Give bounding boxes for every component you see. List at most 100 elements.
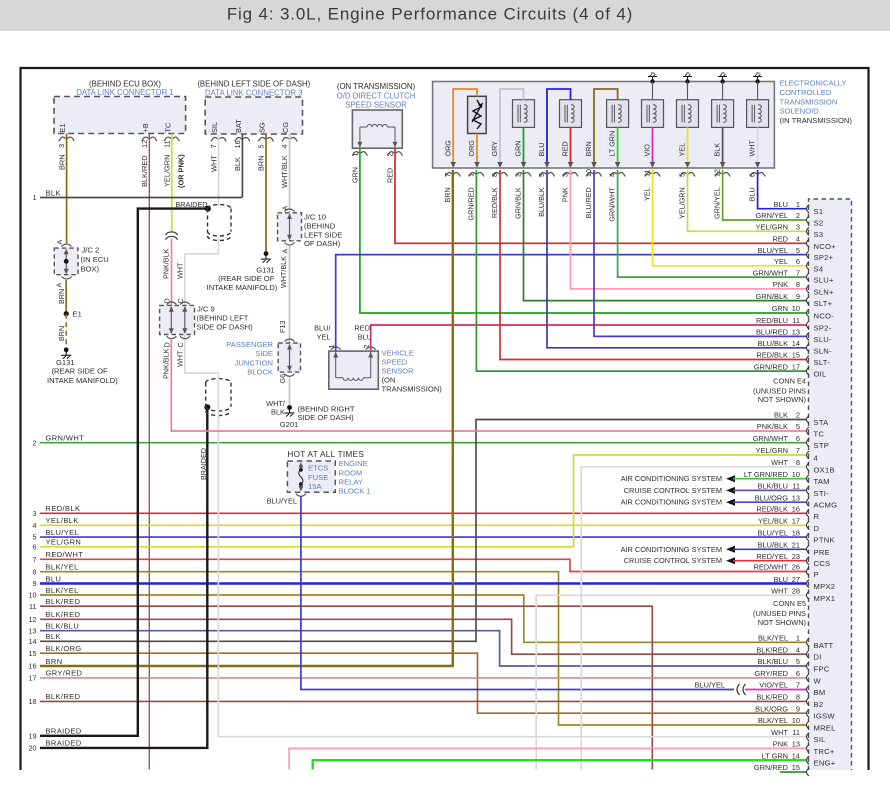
svg-text:DATA LINK CONNECTOR 3: DATA LINK CONNECTOR 3 [205, 89, 302, 98]
svg-text:BAT: BAT [234, 119, 243, 133]
svg-text:BLU: BLU [748, 187, 757, 201]
svg-text:12: 12 [29, 615, 37, 624]
svg-text:SENSOR: SENSOR [382, 366, 415, 375]
svg-text:19: 19 [29, 731, 37, 740]
svg-text:INTAKE MANIFOLD): INTAKE MANIFOLD) [207, 283, 278, 292]
svg-text:TRC+: TRC+ [814, 747, 835, 756]
svg-text:(BEHIND LEFT SIDE OF DASH): (BEHIND LEFT SIDE OF DASH) [197, 80, 310, 89]
svg-text:+B: +B [141, 123, 150, 132]
svg-text:TRANSMISSION: TRANSMISSION [780, 97, 838, 106]
svg-text:NOT SHOWN): NOT SHOWN) [758, 395, 806, 404]
svg-text:(BEHIND LEFT: (BEHIND LEFT [197, 314, 249, 323]
svg-text:(UNUSED PINS: (UNUSED PINS [753, 609, 806, 618]
svg-text:SIDE OF DASH): SIDE OF DASH) [298, 413, 355, 422]
svg-text:BLK/YEL: BLK/YEL [758, 716, 788, 725]
svg-text:GRN/BLK: GRN/BLK [514, 187, 523, 219]
svg-text:BRAIDED: BRAIDED [199, 448, 208, 480]
svg-text:RED/BLU: RED/BLU [756, 316, 788, 325]
svg-text:FPC: FPC [814, 665, 830, 674]
svg-text:YEL: YEL [774, 257, 788, 266]
svg-text:PNK: PNK [773, 740, 788, 749]
svg-text:(IN TRANSMISSION): (IN TRANSMISSION) [780, 116, 853, 125]
svg-text:GRY: GRY [490, 141, 499, 157]
svg-text:BLU/ORG: BLU/ORG [755, 493, 789, 502]
svg-text:GRN/WHT: GRN/WHT [753, 268, 789, 277]
svg-text:SP2+: SP2+ [814, 253, 834, 262]
svg-text:W: W [814, 676, 822, 685]
svg-text:11: 11 [643, 170, 652, 177]
svg-text:BLK: BLK [233, 157, 242, 171]
svg-text:1: 1 [796, 200, 800, 209]
svg-text:(BEHIND ECU BOX): (BEHIND ECU BOX) [89, 80, 161, 89]
svg-text:RED/WHT: RED/WHT [754, 563, 789, 572]
svg-text:4: 4 [33, 521, 37, 530]
svg-text:14: 14 [29, 637, 37, 646]
svg-text:OF DASH): OF DASH) [304, 239, 341, 248]
svg-text:BLU/YEL: BLU/YEL [758, 246, 788, 255]
svg-text:BRN: BRN [257, 155, 266, 171]
svg-text:LT GRN: LT GRN [608, 131, 617, 157]
svg-text:8: 8 [796, 693, 800, 702]
svg-text:RED/YEL: RED/YEL [756, 552, 788, 561]
svg-text:SIDE OF DASH): SIDE OF DASH) [197, 322, 254, 331]
svg-text:GRN: GRN [772, 304, 788, 313]
svg-text:SG: SG [258, 122, 267, 133]
svg-text:NCO+: NCO+ [814, 242, 837, 251]
svg-text:SIDE: SIDE [255, 349, 273, 358]
svg-text:RELAY: RELAY [339, 478, 363, 487]
svg-text:CONN E4: CONN E4 [773, 377, 806, 386]
svg-text:YEL/BLK: YEL/BLK [758, 517, 788, 526]
svg-text:13: 13 [792, 740, 800, 749]
svg-text:18: 18 [29, 697, 37, 706]
svg-text:A: A [281, 249, 290, 254]
svg-text:AIR CONDITIONING SYSTEM: AIR CONDITIONING SYSTEM [621, 545, 722, 554]
svg-text:11: 11 [792, 482, 800, 491]
svg-text:(ON: (ON [382, 375, 396, 384]
svg-text:6: 6 [796, 434, 800, 443]
svg-text:8: 8 [490, 173, 499, 177]
svg-text:BRN: BRN [58, 154, 67, 170]
svg-text:BLK: BLK [713, 143, 722, 157]
svg-text:PNK: PNK [561, 187, 570, 202]
svg-text:BLU/YEL: BLU/YEL [46, 528, 80, 537]
svg-text:ORG: ORG [443, 140, 452, 157]
svg-text:BLK: BLK [774, 411, 788, 420]
svg-text:3: 3 [33, 509, 37, 518]
svg-text:15: 15 [792, 351, 800, 360]
svg-text:CRUISE CONTROL SYSTEM: CRUISE CONTROL SYSTEM [624, 486, 722, 495]
svg-text:5: 5 [796, 422, 800, 431]
svg-text:4: 4 [280, 144, 289, 148]
svg-text:YEL/GRN: YEL/GRN [756, 446, 788, 455]
svg-text:J/C 10: J/C 10 [304, 213, 326, 222]
svg-text:BLK/YEL: BLK/YEL [46, 586, 79, 595]
svg-text:2: 2 [386, 153, 395, 157]
svg-text:E1: E1 [58, 123, 67, 132]
svg-text:BOX): BOX) [81, 265, 100, 274]
svg-text:8: 8 [33, 567, 37, 576]
svg-text:11: 11 [792, 316, 800, 325]
svg-text:10: 10 [29, 591, 37, 600]
svg-text:SPEED SENSOR: SPEED SENSOR [345, 101, 407, 110]
svg-text:YEL: YEL [317, 333, 331, 342]
svg-text:SOLENOID: SOLENOID [780, 107, 820, 116]
svg-text:ACMG: ACMG [814, 501, 838, 510]
svg-text:BLK/BLU: BLK/BLU [758, 482, 788, 491]
svg-text:13: 13 [792, 328, 800, 337]
svg-text:TC: TC [814, 430, 825, 439]
svg-text:5: 5 [33, 533, 37, 542]
svg-text:GRN/BLK: GRN/BLK [756, 292, 789, 301]
svg-text:1: 1 [467, 173, 476, 177]
svg-text:G6: G6 [278, 374, 287, 384]
svg-text:GRN/RED: GRN/RED [467, 187, 476, 220]
svg-text:CONTROLLED: CONTROLLED [780, 88, 832, 97]
svg-text:21: 21 [792, 541, 800, 550]
svg-text:BLU/YEL: BLU/YEL [758, 528, 788, 537]
svg-text:ETCS: ETCS [308, 464, 328, 473]
svg-text:G201: G201 [280, 420, 299, 429]
svg-text:BM: BM [814, 688, 826, 697]
svg-text:BLU/BLK: BLU/BLK [758, 541, 788, 550]
svg-text:GRN/RED: GRN/RED [754, 362, 788, 371]
svg-text:J/C 2: J/C 2 [82, 246, 100, 255]
svg-text:INTAKE MANIFOLD): INTAKE MANIFOLD) [47, 376, 118, 385]
svg-text:SLN+: SLN+ [814, 287, 835, 296]
